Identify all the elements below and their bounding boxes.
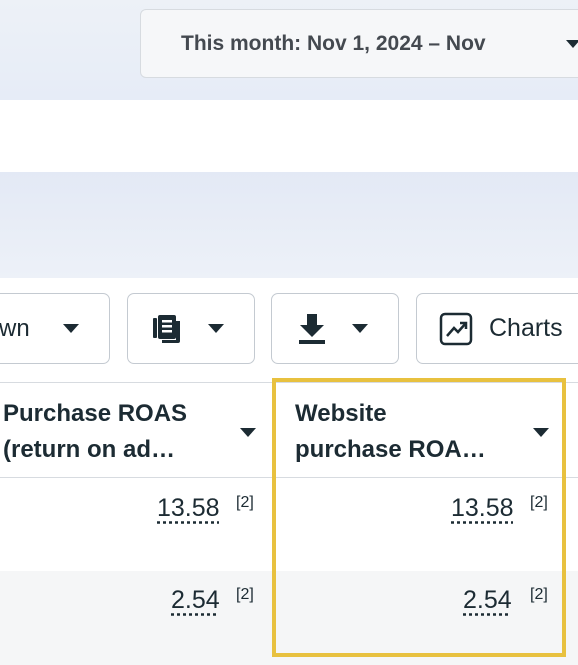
filter-banner <box>0 172 578 278</box>
date-range-label: This month: Nov 1, 2024 – Nov <box>181 32 486 56</box>
purchase-roas-value[interactable]: 13.58 <box>157 494 220 523</box>
date-range-button[interactable]: This month: Nov 1, 2024 – Nov <box>140 9 578 78</box>
chevron-down-icon <box>352 324 368 333</box>
chevron-down-icon <box>63 324 79 333</box>
charts-label: Charts <box>489 314 563 343</box>
footnote-ref: [2] <box>236 494 254 512</box>
download-icon <box>296 312 328 351</box>
reports-button[interactable] <box>127 293 255 364</box>
footnote-ref: [2] <box>236 586 254 604</box>
column-highlight-box <box>272 378 566 657</box>
breakdown-label: wn <box>0 315 30 343</box>
chart-icon <box>439 312 473 351</box>
report-icon <box>150 312 184 351</box>
breakdown-button[interactable]: wn <box>0 293 110 364</box>
export-button[interactable] <box>271 293 399 364</box>
date-range-chevron-down-icon[interactable] <box>566 40 578 48</box>
charts-button[interactable]: Charts <box>416 293 578 364</box>
chevron-down-icon <box>208 324 224 333</box>
column-header-purchase-roas[interactable]: Purchase ROAS (return on ad… <box>3 396 187 468</box>
chevron-down-icon[interactable] <box>240 428 256 437</box>
purchase-roas-value[interactable]: 2.54 <box>171 586 220 615</box>
